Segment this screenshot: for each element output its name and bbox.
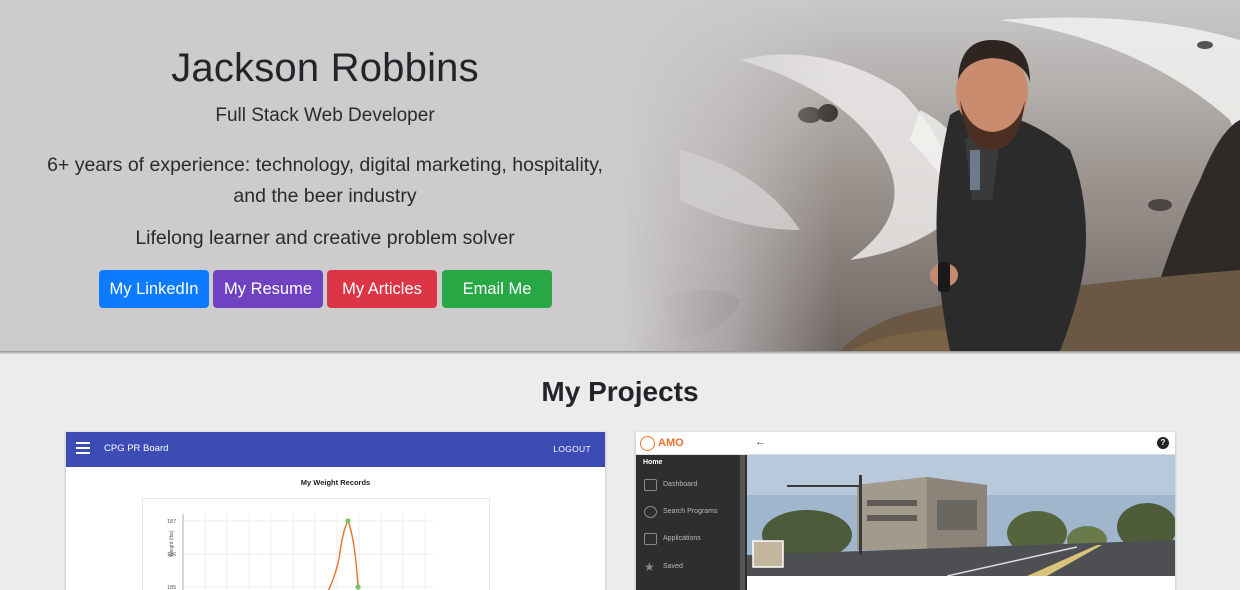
amo-sidebar: AMO Home Dashboard Search Programs Appli…: [636, 432, 747, 590]
street-view-image: [747, 455, 1175, 576]
dashboard-icon: [644, 479, 657, 491]
amo-nav-dashboard: Dashboard: [636, 476, 740, 496]
amo-logo-text: AMO: [658, 437, 684, 449]
weight-chart: 187 186 185 Weight (lbs): [142, 498, 490, 590]
weight-chart-graphic: 187 186 185 Weight (lbs): [167, 514, 433, 590]
hero-experience: 6+ years of experience: technology, digi…: [47, 154, 603, 207]
help-icon: ?: [1157, 437, 1169, 449]
app-title: CPG PR Board: [104, 443, 169, 454]
street-view-graphic: [747, 455, 1175, 576]
amo-logo-bar: AMO: [636, 432, 747, 455]
amo-nav-applications: Applications: [636, 530, 740, 550]
project-card-amo[interactable]: AMO Home Dashboard Search Programs Appli…: [636, 432, 1175, 590]
chart-title: My Weight Records: [300, 478, 371, 487]
coastal-portrait-image: [620, 0, 1240, 351]
projects-heading: My Projects: [541, 376, 699, 407]
hero-divider: [0, 351, 1240, 354]
hero-name: Jackson Robbins: [171, 46, 479, 90]
app-bar: CPG PR Board LOGOUT: [66, 432, 605, 467]
resume-button[interactable]: My Resume: [213, 270, 323, 308]
y-tick-185: 185: [167, 585, 176, 590]
email-button[interactable]: Email Me: [442, 270, 552, 308]
amo-nav-saved: ★ Saved: [644, 560, 683, 574]
hero-banner: Jackson Robbins Full Stack Web Developer…: [0, 0, 1240, 351]
amo-top-bar: ← ?: [747, 432, 1175, 455]
amo-home-label: Home: [643, 459, 663, 466]
logout-link: LOGOUT: [553, 444, 591, 454]
book-icon: [644, 533, 657, 545]
hamburger-menu-icon: [76, 442, 90, 456]
y-axis-label: Weight (lbs): [169, 530, 175, 557]
project-card-cpg-pr-board[interactable]: CPG PR Board LOGOUT My Weight Records 18…: [66, 432, 605, 590]
profile-photo: [620, 0, 1240, 351]
amo-logo-icon: [640, 436, 655, 451]
amo-content-area: [747, 576, 1175, 590]
linkedin-button[interactable]: My LinkedIn: [99, 270, 209, 308]
back-arrow-icon: ←: [755, 436, 766, 448]
hero-job-title: Full Stack Web Developer: [215, 105, 435, 126]
star-icon: ★: [644, 560, 655, 574]
hero-tagline: Lifelong learner and creative problem so…: [135, 227, 515, 249]
search-icon: [644, 506, 657, 518]
y-tick-187: 187: [167, 519, 176, 525]
sidebar-scrollbar: [740, 455, 745, 590]
articles-button[interactable]: My Articles: [327, 270, 437, 308]
amo-nav-search: Search Programs: [636, 503, 740, 523]
